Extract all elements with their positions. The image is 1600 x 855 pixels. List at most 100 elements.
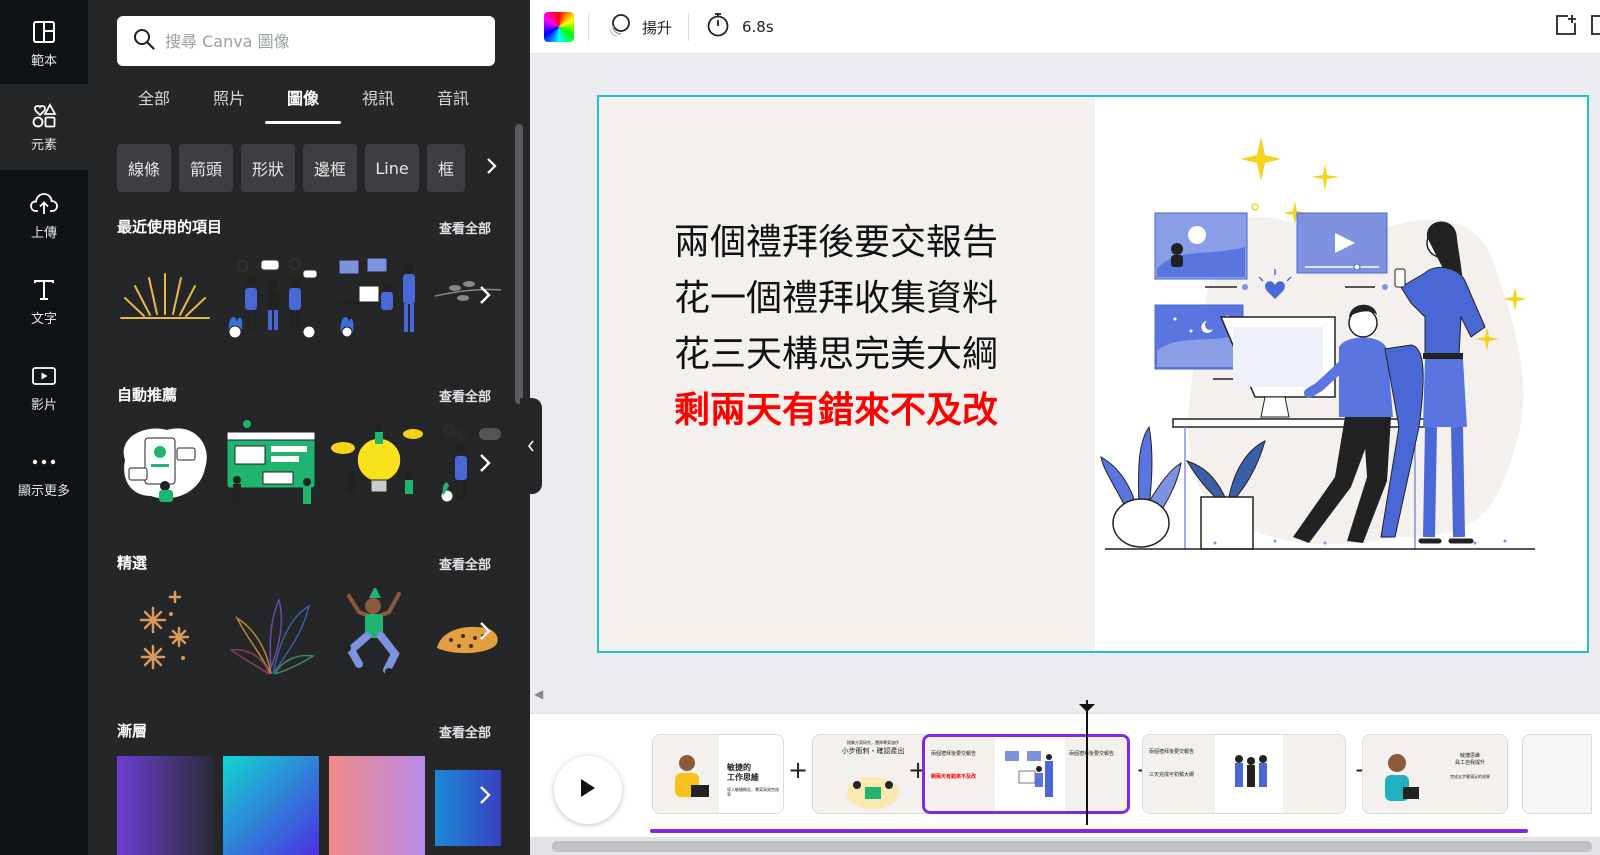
add-page-icon: [1554, 13, 1578, 41]
playhead-line[interactable]: [1086, 700, 1088, 825]
gradients-row: [117, 756, 501, 855]
rail-item-more[interactable]: 顯示更多: [0, 430, 88, 516]
graphic-jumping-person[interactable]: [329, 588, 425, 676]
chips-next-button[interactable]: [477, 144, 507, 192]
search-input[interactable]: [165, 31, 465, 51]
rail-item-uploads[interactable]: 上傳: [0, 172, 88, 258]
suggested-next-button[interactable]: [471, 448, 499, 482]
gradients-next-button[interactable]: [471, 780, 499, 814]
text-icon: [30, 276, 58, 304]
rail-label: 範本: [30, 53, 57, 69]
graphic-leaves-line-art[interactable]: [223, 588, 319, 676]
collapse-panel-button[interactable]: [520, 398, 542, 494]
chevron-right-icon: [479, 785, 491, 809]
suggested-row: [117, 420, 501, 510]
graphic-website-build[interactable]: [223, 420, 319, 508]
search-icon: [133, 28, 155, 54]
timing-button[interactable]: 6.8s: [706, 0, 774, 54]
page-thumbnail-6-partial[interactable]: [1522, 734, 1592, 814]
chip-frames[interactable]: 框: [427, 144, 465, 192]
see-all-suggested[interactable]: 查看全部: [439, 386, 491, 405]
featured-row: [117, 588, 501, 678]
gradient-teal-blue[interactable]: [223, 756, 319, 855]
playhead-handle-icon[interactable]: [1078, 698, 1096, 712]
rail-item-text[interactable]: 文字: [0, 258, 88, 344]
play-icon: [579, 777, 597, 803]
page-title: 小步衝刺・確認產出: [841, 747, 905, 755]
section-title-featured: 精選: [117, 554, 148, 572]
gradient-pink-lilac[interactable]: [329, 756, 425, 855]
rail-label: 上傳: [30, 225, 57, 241]
chip-arrows[interactable]: 箭頭: [179, 144, 233, 192]
add-page-button[interactable]: [1554, 0, 1578, 54]
see-all-gradients[interactable]: 查看全部: [439, 722, 491, 741]
graphic-idea-bulb[interactable]: [329, 420, 425, 508]
graphic-team-meeting[interactable]: [223, 252, 319, 340]
page-subtitle: 搜集方案研究，團隊專案協作: [847, 740, 899, 745]
page-thumbnail-5[interactable]: 敏捷思維 員工自我提升 完成五步驟滿足的成果: [1362, 734, 1508, 814]
panel-scrollbar[interactable]: [515, 124, 523, 404]
slide-text-panel: 兩個禮拜後要交報告 花一個禮拜收集資料 花三天構思完美大綱 剩兩天有錯來不及改: [599, 97, 1095, 651]
chip-line[interactable]: Line: [365, 144, 419, 192]
rail-item-elements[interactable]: 元素: [0, 84, 88, 170]
animation-label: 揚升: [642, 18, 673, 37]
slide-text-block[interactable]: 兩個禮拜後要交報告 花一個禮拜收集資料 花三天構思完美大綱 剩兩天有錯來不及改: [674, 215, 998, 439]
recent-next-button[interactable]: [471, 280, 499, 314]
video-icon: [30, 362, 58, 390]
shapes-icon: [30, 102, 58, 130]
scroll-left-icon[interactable]: ◀: [534, 687, 543, 701]
graphic-sunburst[interactable]: [117, 252, 213, 340]
animate-button[interactable]: 揚升: [606, 0, 672, 54]
page-thumbnail-3-active[interactable]: 兩個禮拜後要交報告 剩兩天有錯來不及改 兩個禮拜後要交報告: [922, 734, 1130, 814]
page-thumbnail-1[interactable]: 敏捷的 工作思維 導入敏捷概念，專案高效完成率: [652, 734, 784, 814]
rail-item-videos[interactable]: 影片: [0, 344, 88, 430]
page-thumbnail-4[interactable]: 兩個禮拜後要交報告 三天完成可初稿大綱: [1142, 734, 1346, 814]
design-canvas[interactable]: 兩個禮拜後要交報告 花一個禮拜收集資料 花三天構思完美大綱 剩兩天有錯來不及改: [597, 95, 1589, 653]
rail-label: 影片: [30, 397, 57, 413]
cloud-upload-icon: [30, 190, 58, 218]
slide-text-line: 花三天構思完美大綱: [674, 334, 999, 375]
graphic-social-media[interactable]: [117, 420, 213, 508]
toolbar-divider: [688, 13, 689, 41]
timeline-scroll-thumb[interactable]: [552, 841, 1592, 852]
chip-lines[interactable]: 線條: [117, 144, 171, 192]
elements-panel: 全部 照片 圖像 視訊 音訊 線條 箭頭 形狀 邊框 Line 框 最近使用的項…: [88, 0, 530, 855]
chevron-right-icon: [486, 157, 498, 179]
tab-all[interactable]: 全部: [124, 84, 184, 124]
chip-shapes[interactable]: 形狀: [241, 144, 295, 192]
color-picker-button[interactable]: [544, 0, 574, 54]
page-title: 兩個禮拜後要交報告: [931, 751, 977, 757]
tab-graphics[interactable]: 圖像: [265, 84, 341, 124]
graphic-office-desk[interactable]: [329, 252, 425, 340]
featured-next-button[interactable]: [471, 616, 499, 650]
page-subtitle: 剩兩天有錯來不及改: [931, 774, 977, 780]
page-title: 兩個禮拜後要交報告: [1069, 751, 1115, 757]
slide-text-line: 兩個禮拜後要交報告: [674, 222, 999, 263]
office-illustration[interactable]: [1095, 97, 1587, 651]
play-button[interactable]: [554, 756, 622, 824]
rail-item-templates[interactable]: 範本: [0, 0, 88, 86]
see-all-recent[interactable]: 查看全部: [439, 218, 491, 237]
chevron-right-icon: [479, 621, 491, 645]
see-all-featured[interactable]: 查看全部: [439, 554, 491, 573]
chevron-right-icon: [479, 453, 491, 477]
duration-label: 6.8s: [742, 18, 774, 36]
add-page-between-button[interactable]: +: [786, 758, 810, 783]
search-box[interactable]: [117, 16, 495, 66]
section-title-suggested: 自動推薦: [117, 386, 178, 404]
tab-photos[interactable]: 照片: [199, 84, 259, 124]
recent-row: [117, 252, 501, 342]
duplicate-page-button[interactable]: [1590, 0, 1600, 54]
toolbar-divider: [588, 13, 589, 41]
layout-icon: [30, 18, 58, 46]
gradient-purple-dark[interactable]: [117, 756, 213, 855]
tab-audio[interactable]: 音訊: [423, 84, 483, 124]
chevron-left-icon: [527, 437, 535, 456]
graphic-sparkles[interactable]: [117, 588, 213, 676]
rail-label: 文字: [30, 311, 57, 327]
tab-videos[interactable]: 視訊: [348, 84, 408, 124]
rail-label: 元素: [30, 137, 57, 153]
chip-borders[interactable]: 邊框: [303, 144, 357, 192]
timeline-scrollbar[interactable]: [530, 837, 1600, 855]
stopwatch-icon: [706, 12, 730, 42]
